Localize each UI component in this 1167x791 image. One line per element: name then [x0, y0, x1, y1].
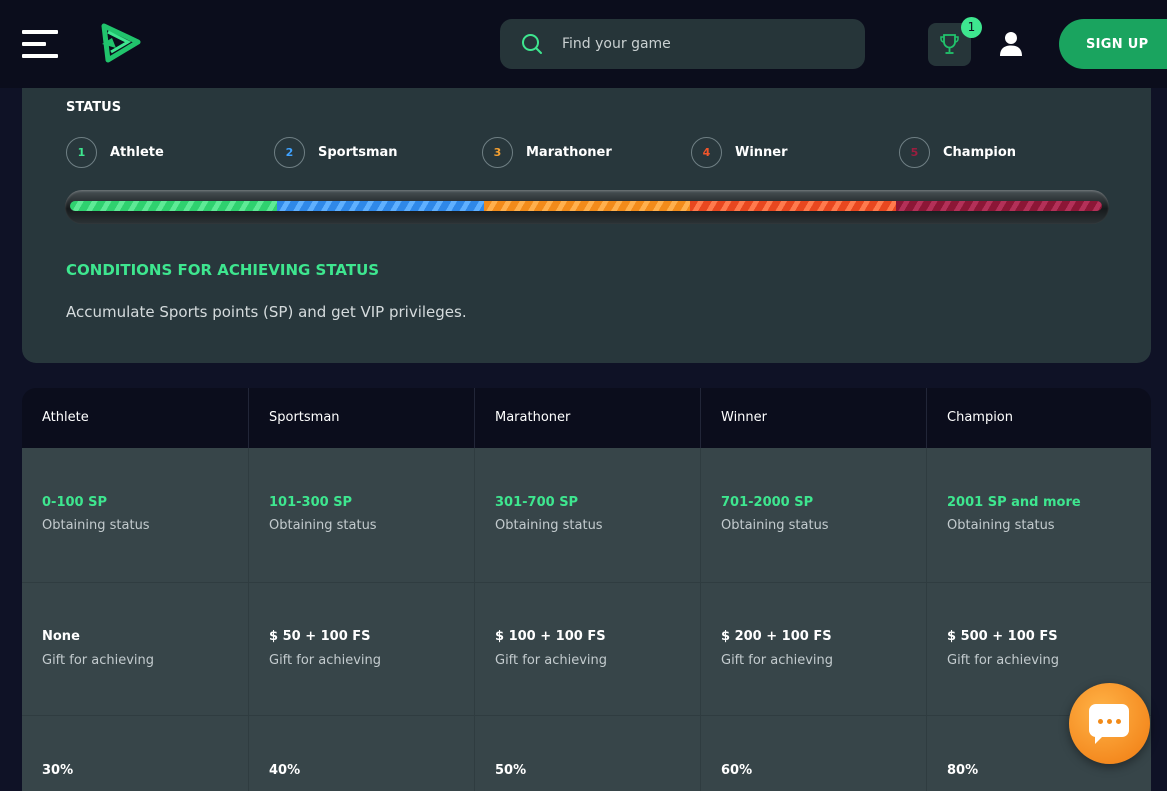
table-cell: 60% — [701, 716, 927, 791]
cell-value: 40% — [269, 763, 301, 778]
table-cell: 101-300 SP Obtaining status — [249, 448, 475, 583]
chat-dot — [1107, 719, 1112, 724]
search-box[interactable] — [500, 19, 865, 69]
level-name: Athlete — [110, 144, 164, 160]
column-header-champion: Champion — [947, 410, 1014, 425]
cell-value: $ 50 + 100 FS — [269, 629, 371, 644]
column-header-winner: Winner — [701, 388, 927, 448]
logo-icon[interactable] — [98, 22, 142, 64]
level-number: 2 — [274, 136, 305, 168]
level-name: Marathoner — [526, 144, 612, 160]
status-table: Athlete Sportsman Marathoner Winner Cham… — [22, 388, 1151, 791]
progress-segment-winner — [690, 201, 896, 211]
level-number: 1 — [66, 136, 97, 168]
cell-value: 701-2000 SP — [721, 495, 814, 510]
table-cell: None Gift for achieving — [22, 583, 249, 716]
status-level-athlete: 1 Athlete — [66, 136, 164, 168]
cell-value: 301-700 SP — [495, 495, 579, 510]
column-header-sportsman: Sportsman — [249, 388, 475, 448]
progress-segment-champion — [896, 201, 1102, 211]
table-cell: 40% — [249, 716, 475, 791]
cell-value: 101-300 SP — [269, 495, 353, 510]
signup-button[interactable]: SIGN UP — [1059, 19, 1167, 69]
conditions-text: Accumulate Sports points (SP) and get VI… — [66, 303, 467, 321]
cell-label: Gift for achieving — [269, 653, 382, 668]
table-cell: 301-700 SP Obtaining status — [475, 448, 701, 583]
cell-value: None — [42, 629, 80, 644]
conditions-title: CONDITIONS FOR ACHIEVING STATUS — [66, 261, 380, 279]
level-name: Sportsman — [318, 144, 398, 160]
cell-value: $ 500 + 100 FS — [947, 629, 1058, 644]
level-number: 5 — [899, 136, 930, 168]
trophy-count-badge: 1 — [961, 17, 982, 38]
search-input[interactable] — [562, 19, 852, 69]
progress-segment-marathoner — [484, 201, 690, 211]
table-cell: 701-2000 SP Obtaining status — [701, 448, 927, 583]
cell-value: 2001 SP and more — [947, 495, 1081, 510]
chat-icon-tail — [1095, 735, 1104, 744]
level-name: Champion — [943, 144, 1017, 160]
level-number: 3 — [482, 136, 513, 168]
chat-dot — [1116, 719, 1121, 724]
column-header-marathoner: Marathoner — [475, 388, 701, 448]
cell-label: Obtaining status — [42, 518, 150, 533]
progress-segment-athlete — [70, 201, 277, 211]
cell-value: 50% — [495, 763, 527, 778]
cell-label: Obtaining status — [269, 518, 377, 533]
cell-label: Gift for achieving — [42, 653, 155, 668]
cell-value: $ 200 + 100 FS — [721, 629, 832, 644]
cell-label: Obtaining status — [495, 518, 603, 533]
table-body: 0-100 SP Obtaining status 101-300 SP Obt… — [22, 448, 1151, 791]
column-header-athlete: Athlete — [22, 388, 249, 448]
table-cell: $ 100 + 100 FS Gift for achieving — [475, 583, 701, 716]
user-icon[interactable] — [999, 31, 1023, 57]
cell-value: $ 100 + 100 FS — [495, 629, 606, 644]
table-header: Athlete Sportsman Marathoner Winner Cham… — [22, 388, 1151, 448]
progress-segment-sportsman — [277, 201, 484, 211]
trophy-icon — [940, 34, 959, 54]
status-progress-bar — [65, 190, 1109, 224]
table-cell: 0-100 SP Obtaining status — [22, 448, 249, 583]
status-title: STATUS — [66, 100, 122, 115]
table-cell: 2001 SP and more Obtaining status — [927, 448, 1151, 583]
cell-label: Gift for achieving — [721, 653, 834, 668]
level-number: 4 — [691, 136, 722, 168]
search-icon — [522, 34, 542, 54]
cell-value: 60% — [721, 763, 753, 778]
chat-button[interactable] — [1069, 683, 1150, 764]
table-cell: 30% — [22, 716, 249, 791]
table-cell: $ 50 + 100 FS Gift for achieving — [249, 583, 475, 716]
table-cell: $ 200 + 100 FS Gift for achieving — [701, 583, 927, 716]
table-cell: 50% — [475, 716, 701, 791]
menu-icon[interactable] — [22, 30, 58, 58]
status-level-champion: 5 Champion — [899, 136, 1016, 168]
cell-label: Gift for achieving — [495, 653, 608, 668]
status-level-winner: 4 Winner — [691, 136, 788, 168]
cell-value: 30% — [42, 763, 74, 778]
cell-label: Obtaining status — [947, 518, 1055, 533]
status-panel: STATUS 1 Athlete 2 Sportsman 3 Marathone… — [22, 88, 1151, 363]
status-level-marathoner: 3 Marathoner — [482, 136, 612, 168]
top-header: 1 SIGN UP — [0, 0, 1167, 88]
status-progress-fill — [70, 201, 1102, 211]
cell-value: 0-100 SP — [42, 495, 107, 510]
cell-value: 80% — [947, 763, 979, 778]
cell-label: Gift for achieving — [947, 653, 1060, 668]
level-name: Winner — [735, 144, 788, 160]
status-level-sportsman: 2 Sportsman — [274, 136, 398, 168]
cell-label: Obtaining status — [721, 518, 829, 533]
chat-dot — [1098, 719, 1103, 724]
